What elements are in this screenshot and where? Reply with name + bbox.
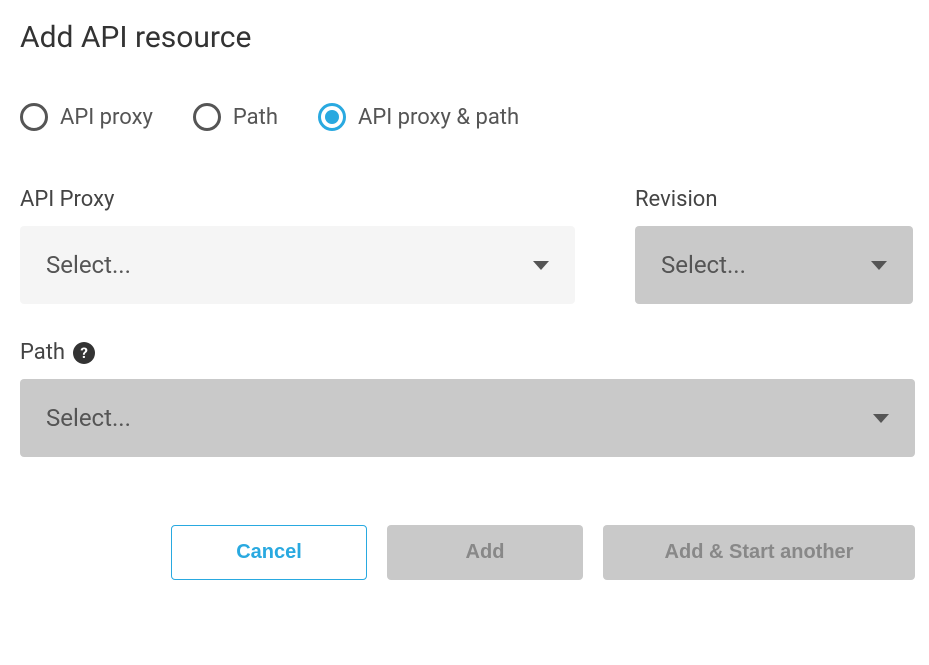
add-button[interactable]: Add — [387, 525, 583, 580]
radio-unselected-icon — [20, 103, 48, 131]
chevron-down-icon — [873, 414, 889, 423]
radio-label: Path — [233, 105, 278, 130]
radio-path[interactable]: Path — [193, 103, 278, 131]
api-proxy-select[interactable]: Select... — [20, 226, 575, 304]
select-placeholder: Select... — [46, 404, 131, 432]
radio-selected-icon — [318, 103, 346, 131]
radio-label: API proxy — [60, 105, 153, 130]
add-start-another-button[interactable]: Add & Start another — [603, 525, 915, 580]
radio-label: API proxy & path — [358, 105, 519, 130]
dialog-title: Add API resource — [20, 20, 909, 55]
cancel-button[interactable]: Cancel — [171, 525, 367, 580]
radio-api-proxy-and-path[interactable]: API proxy & path — [318, 103, 519, 131]
radio-api-proxy[interactable]: API proxy — [20, 103, 153, 131]
radio-unselected-icon — [193, 103, 221, 131]
dialog-button-row: Cancel Add Add & Start another — [20, 525, 915, 580]
api-proxy-label: API Proxy — [20, 187, 575, 212]
field-api-proxy: API Proxy Select... — [20, 187, 575, 304]
form-row-proxy-revision: API Proxy Select... Revision Select... — [20, 187, 909, 304]
revision-select[interactable]: Select... — [635, 226, 913, 304]
path-select[interactable]: Select... — [20, 379, 915, 457]
chevron-down-icon — [871, 261, 887, 270]
path-label: Path — [20, 340, 65, 365]
chevron-down-icon — [533, 261, 549, 270]
help-icon[interactable]: ? — [73, 342, 95, 364]
resource-type-radio-group: API proxy Path API proxy & path — [20, 103, 909, 131]
select-placeholder: Select... — [46, 251, 131, 279]
revision-label: Revision — [635, 187, 913, 212]
field-revision: Revision Select... — [635, 187, 913, 304]
radio-inner-dot-icon — [325, 110, 339, 124]
field-path: Path ? Select... — [20, 340, 915, 457]
select-placeholder: Select... — [661, 251, 746, 279]
path-label-row: Path ? — [20, 340, 915, 365]
